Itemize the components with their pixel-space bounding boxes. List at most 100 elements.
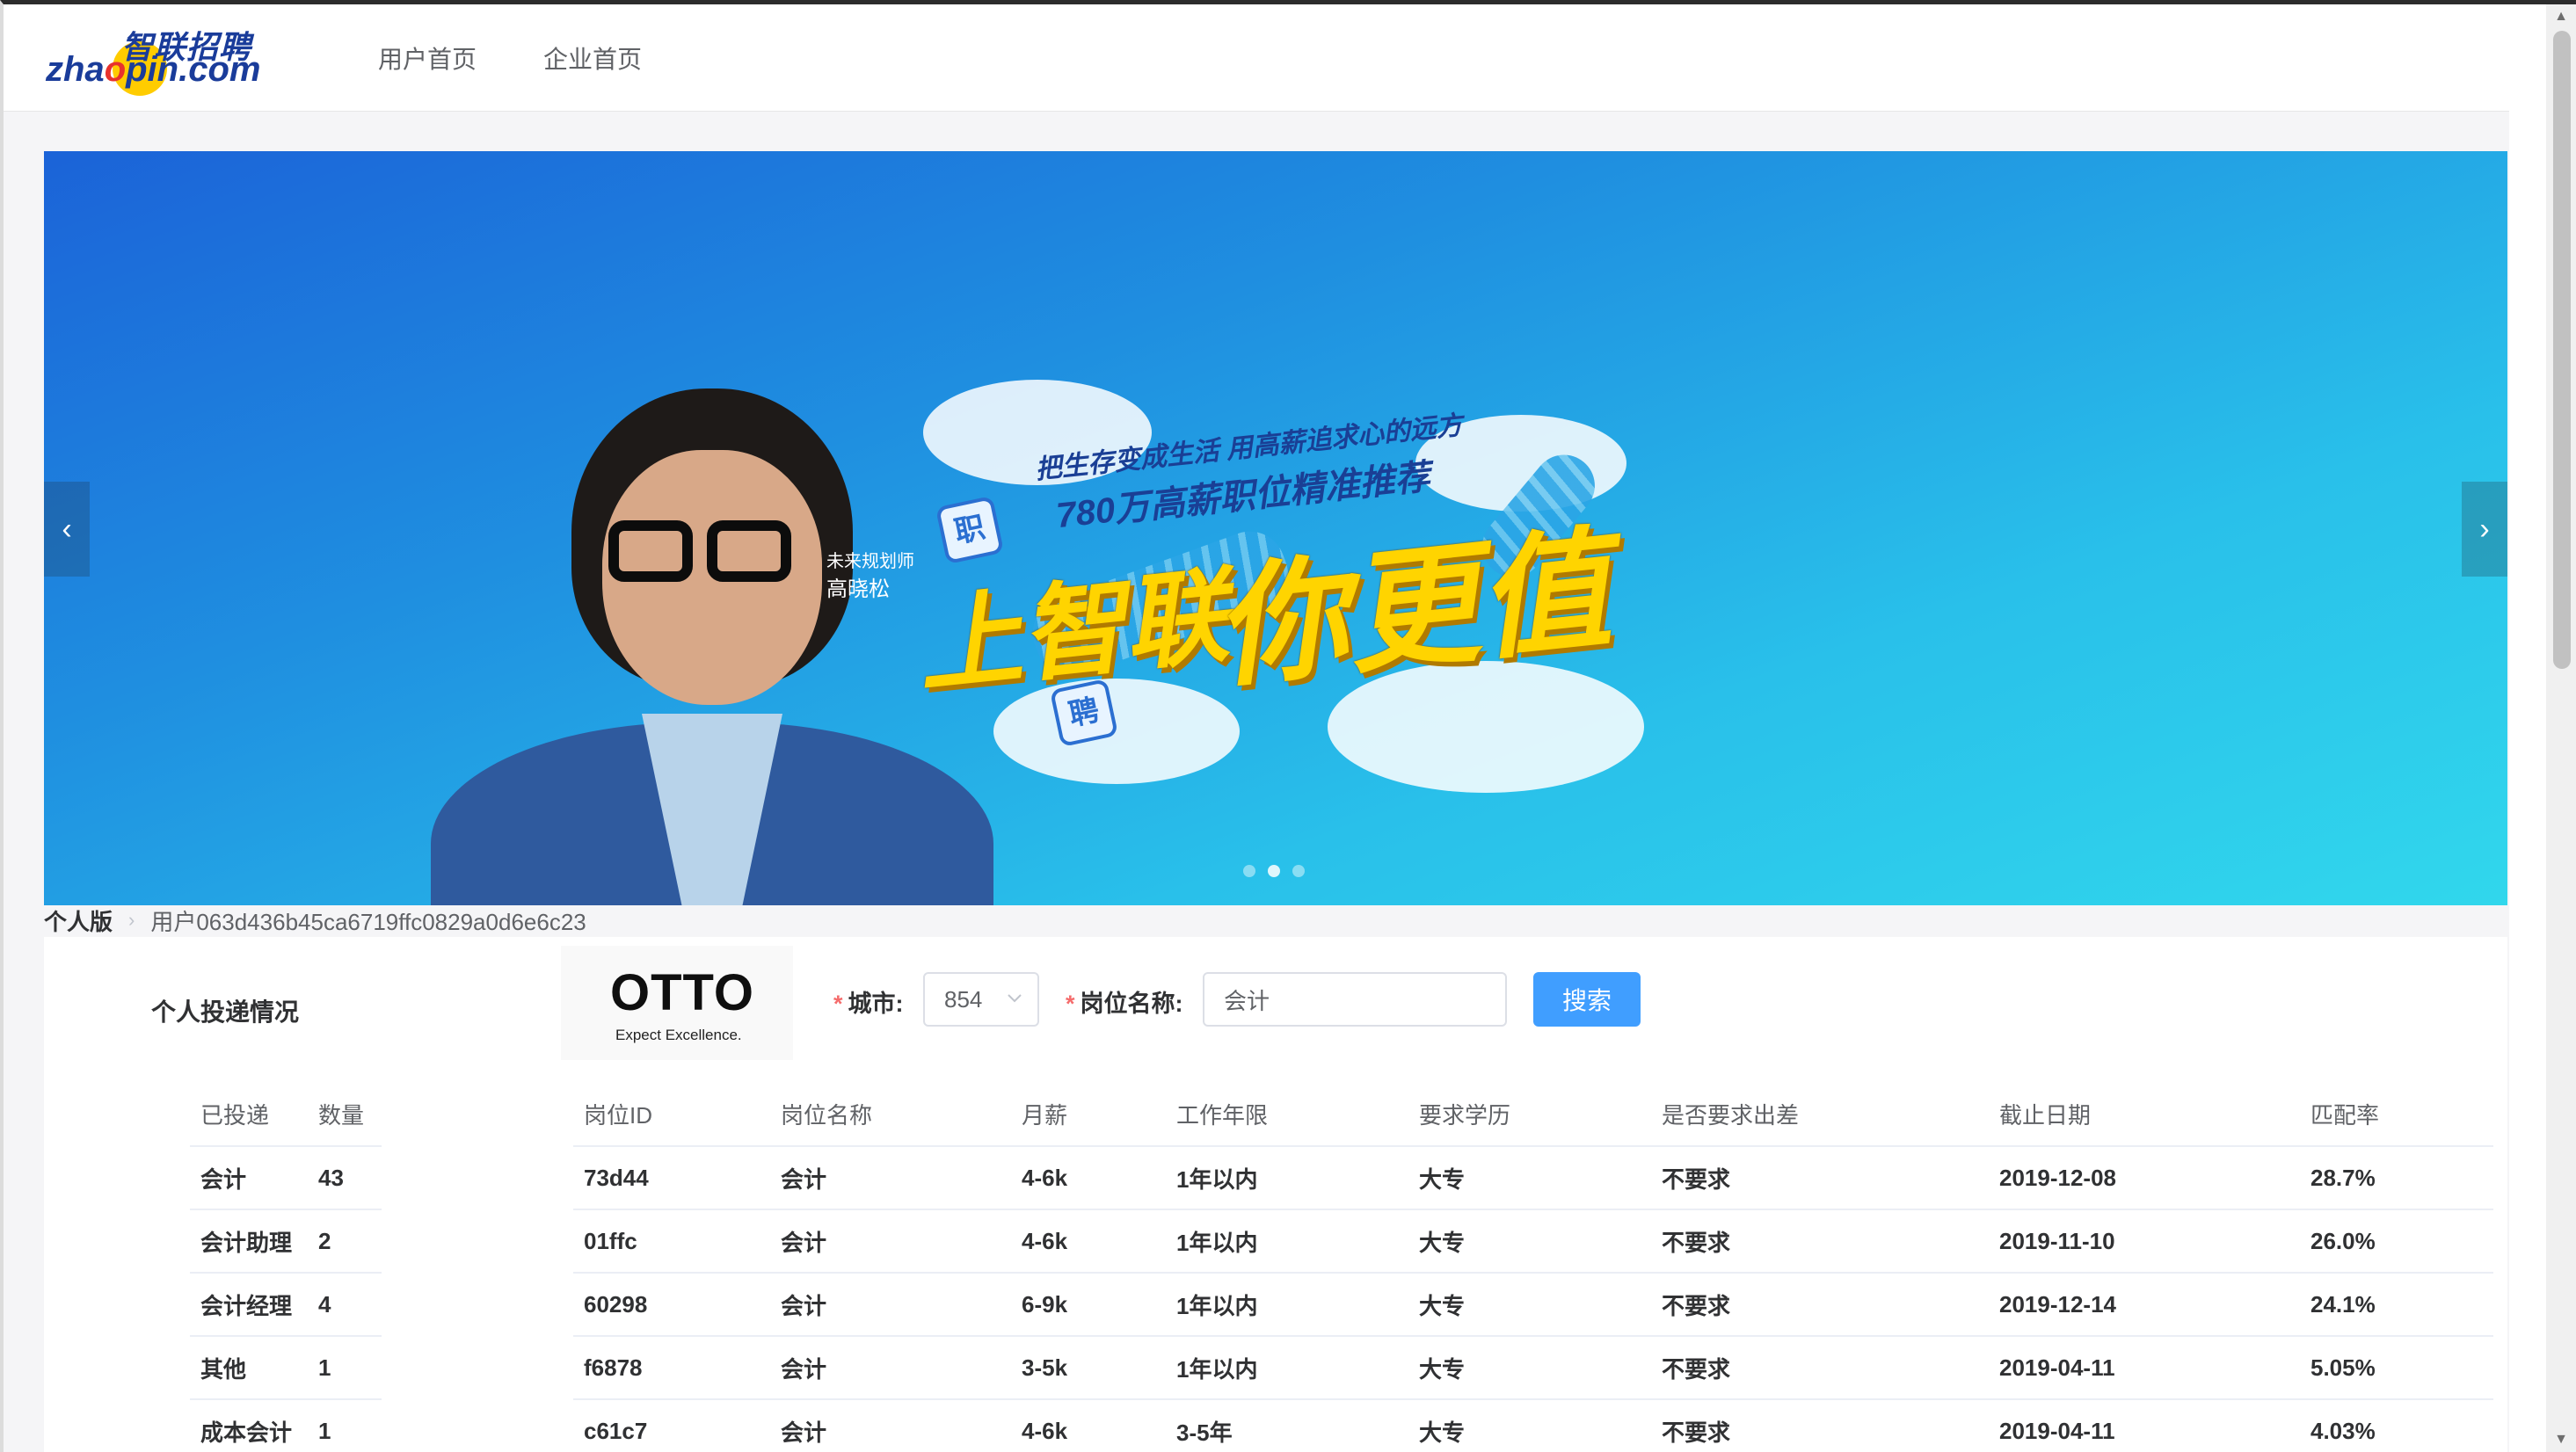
cell: 会计 [190,1146,308,1210]
zhaopin-logo[interactable]: 智联招聘 zhaopin.com [42,18,260,99]
cell: 28.7% [2300,1146,2493,1210]
job-label-text: 岗位名称: [1080,991,1183,1017]
cell: 会计 [770,1273,1011,1337]
pin-tile-icon: 聘 [1049,678,1119,748]
logo-en-text: zhaopin.com [46,50,260,90]
cell: 会计 [770,1209,1011,1274]
banner-carousel[interactable]: 把生存变成生活 用高薪追求心的远方 780万高薪职位精准推荐 上智联 你更值 未… [44,151,2507,905]
scroll-down-icon[interactable]: ▼ [2546,1429,2576,1450]
cell: 会计 [770,1399,1011,1452]
carousel-dot-3[interactable] [1292,865,1305,877]
column-header: 月薪 [1011,1083,1166,1147]
job-name-input[interactable] [1203,972,1507,1027]
table-row: 会计 43 [190,1146,382,1210]
table-row: 成本会计 1 [190,1399,382,1452]
table-row: 其他 1 [190,1336,382,1400]
cell: 3-5k [1011,1336,1166,1400]
required-mark: * [833,991,843,1017]
cell: 会计 [770,1146,1011,1210]
cell: 1年以内 [1166,1273,1408,1337]
cell: 1 [308,1399,382,1452]
cell: 2019-11-10 [1989,1209,2300,1274]
column-header: 数量 [308,1083,382,1147]
table-header-row: 岗位ID 岗位名称 月薪 工作年限 要求学历 是否要求出差 截止日期 匹配率 [573,1083,2493,1147]
vertical-scrollbar[interactable]: ▲ ▼ [2546,4,2576,1452]
search-button[interactable]: 搜索 [1533,972,1641,1027]
column-header: 匹配率 [2300,1083,2493,1147]
column-header: 是否要求出差 [1651,1083,1989,1147]
cell: 不要求 [1651,1399,1989,1452]
cell: 2019-12-08 [1989,1146,2300,1210]
table-header-row: 已投递 数量 [190,1083,382,1147]
cell: 43 [308,1146,382,1210]
main-nav: 用户首页 企业首页 [378,4,709,112]
city-select[interactable]: 854 [923,972,1039,1027]
cell: 4 [308,1273,382,1337]
table-row[interactable]: c61c7 会计 4-6k 3-5年 大专 不要求 2019-04-11 4.03% [573,1399,2493,1452]
logo-en-post: pin.com [126,50,261,89]
banner-signature-name: 高晓松 [826,577,890,601]
cell: 不要求 [1651,1146,1989,1210]
logo-en-pre: zha [46,50,105,89]
cell: 会计经理 [190,1273,308,1337]
cell: 73d44 [573,1146,770,1210]
cell: 4-6k [1011,1146,1166,1210]
city-select-value: 854 [944,986,983,1013]
table-row: 会计经理 4 [190,1273,382,1337]
chevron-down-icon [1006,974,1023,1044]
zhi-tile-icon: 职 [935,495,1005,565]
column-header: 工作年限 [1166,1083,1408,1147]
cell: 2 [308,1209,382,1274]
cell: 会计 [770,1336,1011,1400]
table-row[interactable]: 60298 会计 6-9k 1年以内 大专 不要求 2019-12-14 24.1% [573,1273,2493,1337]
carousel-dot-2[interactable] [1268,865,1280,877]
cell: 2019-04-11 [1989,1336,2300,1400]
cell: 其他 [190,1336,308,1400]
stats-title: 个人投递情况 [151,998,300,1026]
cell: 5.05% [2300,1336,2493,1400]
table-row[interactable]: 01ffc 会计 4-6k 1年以内 大专 不要求 2019-11-10 26.0% [573,1209,2493,1274]
cell: 26.0% [2300,1209,2493,1274]
top-header: 智联招聘 zhaopin.com 用户首页 企业首页 [4,4,2509,112]
cell: 1年以内 [1166,1336,1408,1400]
cell: 不要求 [1651,1209,1989,1274]
table-row[interactable]: 73d44 会计 4-6k 1年以内 大专 不要求 2019-12-08 28.7% [573,1146,2493,1210]
cell: 大专 [1408,1273,1651,1337]
carousel-next-icon[interactable]: › [2462,482,2507,577]
breadcrumb: 个人版 › 用户063d436b45ca6719ffc0829a0d6e6c23 [44,905,586,935]
cell: 成本会计 [190,1399,308,1452]
carousel-indicators [1243,865,1305,877]
column-header: 要求学历 [1408,1083,1651,1147]
cell: 1 [308,1336,382,1400]
scrollbar-thumb[interactable] [2553,31,2571,669]
carousel-dot-1[interactable] [1243,865,1255,877]
cell: 会计助理 [190,1209,308,1274]
nav-company-home[interactable]: 企业首页 [543,40,642,76]
cell: 大专 [1408,1209,1651,1274]
column-header: 岗位名称 [770,1083,1011,1147]
carousel-prev-icon[interactable]: ‹ [44,482,90,577]
cell: 6-9k [1011,1273,1166,1337]
scroll-up-icon[interactable]: ▲ [2546,6,2576,27]
logo-en-mid: o [104,50,127,89]
column-header: 岗位ID [573,1083,770,1147]
job-label: * 岗位名称: [1066,984,1183,1019]
breadcrumb-separator-icon: › [128,909,135,931]
nav-user-home[interactable]: 用户首页 [378,40,477,76]
glasses-left [608,520,693,582]
company-tagline: Expect Excellence. [615,1027,742,1043]
banner-signature-title: 未来规划师 [826,552,914,571]
glasses-right [707,520,791,582]
cell: 大专 [1408,1399,1651,1452]
company-logo: OTTO Expect Excellence. [561,946,793,1060]
cell: 1年以内 [1166,1209,1408,1274]
cell: 1年以内 [1166,1146,1408,1210]
breadcrumb-user: 用户063d436b45ca6719ffc0829a0d6e6c23 [150,908,586,935]
cell: 2019-12-14 [1989,1273,2300,1337]
table-row[interactable]: f6878 会计 3-5k 1年以内 大专 不要求 2019-04-11 5.05% [573,1336,2493,1400]
cell: 3-5年 [1166,1399,1408,1452]
cell: 不要求 [1651,1336,1989,1400]
table-row: 会计助理 2 [190,1209,382,1274]
breadcrumb-personal[interactable]: 个人版 [44,904,113,937]
cell: c61c7 [573,1399,770,1452]
